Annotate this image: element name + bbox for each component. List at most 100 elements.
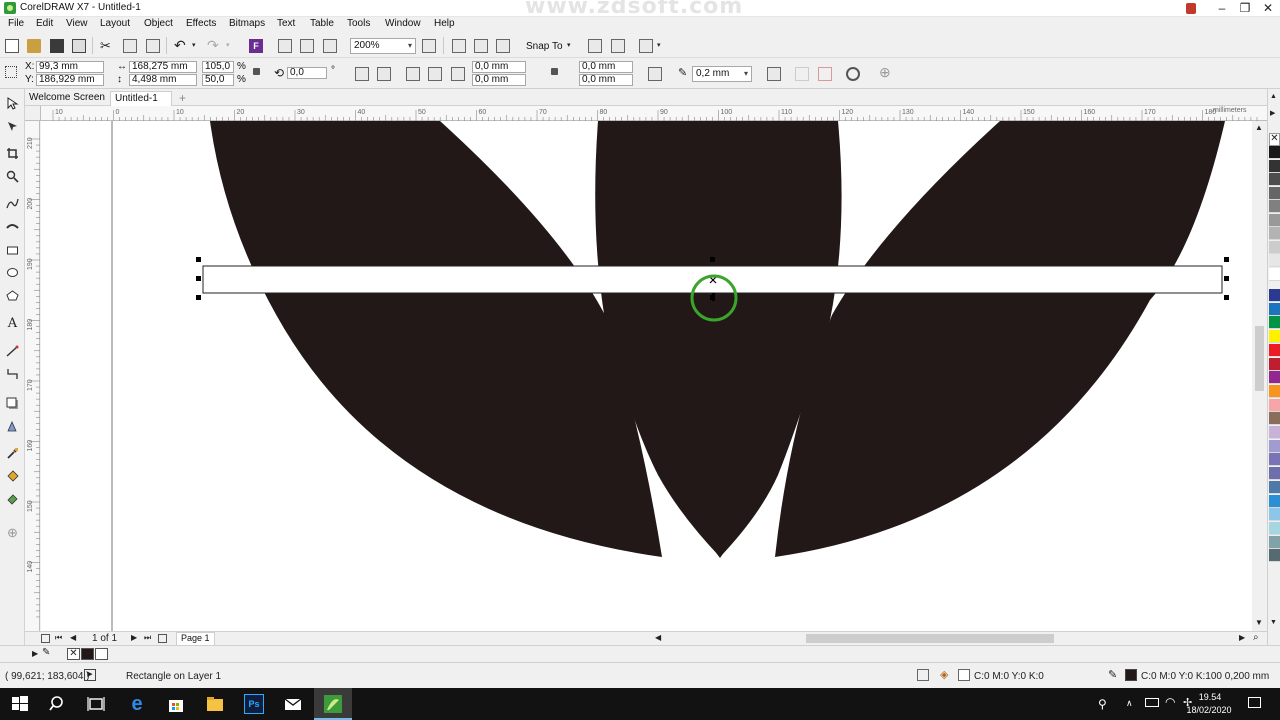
scale-x-field[interactable]: 105,0 xyxy=(202,61,234,73)
rotation-angle-field[interactable]: 0,0 xyxy=(287,67,327,79)
eyedropper-tool-icon[interactable] xyxy=(6,447,19,460)
connector-tool-icon[interactable] xyxy=(6,367,19,380)
wifi-icon[interactable]: ◠ xyxy=(1165,695,1175,709)
fill-settings-icon[interactable] xyxy=(917,669,929,681)
document-palette-flyout-icon[interactable]: ▶ xyxy=(32,649,38,658)
wrap-text-icon[interactable] xyxy=(846,67,860,81)
action-center-icon[interactable] xyxy=(1248,697,1261,708)
zoom-navigator-icon[interactable]: ⌕ xyxy=(1253,632,1259,643)
tab-welcome-screen[interactable]: Welcome Screen xyxy=(25,91,109,106)
right-petal-shape[interactable] xyxy=(775,121,1225,557)
corner-lock-icon[interactable] xyxy=(551,68,558,75)
redo-icon[interactable]: ↷ xyxy=(207,38,221,53)
palette-scroll-down-icon[interactable]: ▼ xyxy=(1270,619,1277,626)
paste-icon[interactable] xyxy=(146,39,160,53)
outline-width-select[interactable]: 0,2 mm ▾ xyxy=(692,66,752,82)
snap-to-menu[interactable]: Snap To xyxy=(526,41,563,52)
publish-pdf-icon[interactable] xyxy=(323,39,337,53)
polygon-tool-icon[interactable] xyxy=(6,289,19,302)
interactive-fill-tool-icon[interactable] xyxy=(6,470,19,483)
next-page-icon[interactable]: ▶ xyxy=(131,633,137,642)
corner-radius-top-right-field[interactable]: 0,0 mm xyxy=(579,61,633,73)
new-document-icon[interactable] xyxy=(5,39,19,53)
application-launcher-icon[interactable] xyxy=(611,39,625,53)
scroll-right-arrow-icon[interactable]: ▶ xyxy=(1239,633,1245,642)
palette-swatch[interactable] xyxy=(1269,535,1280,549)
freehand-tool-icon[interactable] xyxy=(6,197,19,210)
palette-swatch[interactable] xyxy=(1269,343,1280,357)
palette-swatch[interactable] xyxy=(1269,480,1280,494)
zoom-tool-icon[interactable] xyxy=(6,170,19,183)
copy-icon[interactable] xyxy=(123,39,137,53)
palette-swatch[interactable] xyxy=(1269,227,1280,240)
menu-help[interactable]: Help xyxy=(434,18,455,29)
menu-effects[interactable]: Effects xyxy=(186,18,216,29)
horizontal-scroll-thumb[interactable] xyxy=(806,634,1054,643)
palette-swatch[interactable] xyxy=(1269,200,1280,213)
relative-corner-scaling-icon[interactable] xyxy=(648,67,662,81)
scroll-up-arrow-icon[interactable]: ▲ xyxy=(1255,123,1263,132)
artistic-media-tool-icon[interactable] xyxy=(6,220,19,233)
document-palette-eyedropper-icon[interactable]: ✎ xyxy=(42,647,50,658)
menu-text[interactable]: Text xyxy=(277,18,295,29)
palette-swatch[interactable] xyxy=(1269,549,1280,563)
palette-swatch[interactable] xyxy=(1269,508,1280,522)
vertical-ruler[interactable]: 210 200 190 180 170 160 150 140 xyxy=(25,121,40,631)
to-front-icon[interactable] xyxy=(795,67,809,81)
round-corner-icon[interactable] xyxy=(406,67,420,81)
text-tool-icon[interactable]: A xyxy=(6,317,19,330)
zoom-level-select[interactable]: 200% ▾ xyxy=(350,38,416,54)
palette-swatch[interactable] xyxy=(1269,146,1280,159)
palette-swatch[interactable] xyxy=(1269,357,1280,371)
palette-swatch[interactable] xyxy=(1269,159,1280,173)
height-field[interactable]: 4,498 mm xyxy=(129,74,197,86)
shape-tool-icon[interactable] xyxy=(6,120,19,133)
show-rulers-icon[interactable] xyxy=(452,39,466,53)
rectangle-tool-icon[interactable] xyxy=(6,244,19,257)
x-position-field[interactable]: 99,3 mm xyxy=(36,61,104,73)
menu-bitmaps[interactable]: Bitmaps xyxy=(229,18,265,29)
fill-color-swatch[interactable] xyxy=(958,669,970,681)
ruler-origin[interactable] xyxy=(25,106,41,121)
file-explorer-icon[interactable] xyxy=(205,694,225,714)
transparency-tool-icon[interactable] xyxy=(6,420,19,433)
open-folder-icon[interactable] xyxy=(27,39,41,53)
outline-color-swatch[interactable] xyxy=(1125,669,1137,681)
mail-icon[interactable] xyxy=(283,694,303,714)
chamfered-corner-icon[interactable] xyxy=(451,67,465,81)
redo-dropdown-icon[interactable]: ▾ xyxy=(226,41,230,49)
store-icon[interactable] xyxy=(166,694,186,714)
windows-start-icon[interactable] xyxy=(10,694,30,714)
add-tool-icon[interactable]: ⊕ xyxy=(6,526,19,539)
palette-swatch[interactable] xyxy=(1269,240,1280,254)
first-page-icon[interactable]: ⏮ xyxy=(55,633,62,643)
search-content-icon[interactable]: F xyxy=(249,39,263,53)
options-icon[interactable] xyxy=(588,39,602,53)
launcher-dropdown-icon[interactable]: ▾ xyxy=(657,41,661,49)
convert-to-curves-icon[interactable] xyxy=(767,67,781,81)
ellipse-tool-icon[interactable] xyxy=(6,266,19,279)
menu-view[interactable]: View xyxy=(66,18,88,29)
palette-swatch[interactable] xyxy=(1269,412,1280,426)
y-position-field[interactable]: 186,929 mm xyxy=(36,74,104,86)
clock-date[interactable]: 18/02/2020 xyxy=(1182,705,1236,715)
vertical-scrollbar[interactable]: ▲ ▼ xyxy=(1252,121,1267,631)
add-page-icon[interactable] xyxy=(158,634,167,643)
no-color-swatch[interactable]: ✕ xyxy=(1269,133,1280,146)
new-tab-button[interactable]: + xyxy=(175,91,190,106)
page-tab-page-1[interactable]: Page 1 xyxy=(176,632,215,645)
drop-shadow-tool-icon[interactable] xyxy=(6,397,19,410)
import-icon[interactable] xyxy=(278,39,292,53)
menu-table[interactable]: Table xyxy=(310,18,334,29)
coreldraw-app-icon[interactable] xyxy=(4,2,16,14)
quick-customize-icon[interactable]: ⊕ xyxy=(879,64,891,81)
task-view-icon[interactable] xyxy=(86,694,106,714)
doc-white-swatch[interactable] xyxy=(95,648,108,660)
last-page-icon[interactable]: ⏭ xyxy=(144,633,151,643)
palette-swatch[interactable] xyxy=(1269,467,1280,481)
maximize-button[interactable]: ❐ xyxy=(1233,0,1257,17)
to-back-icon[interactable] xyxy=(818,67,832,81)
doc-no-color-swatch[interactable]: ✕ xyxy=(67,648,80,660)
palette-swatch[interactable] xyxy=(1269,494,1280,508)
palette-swatch[interactable] xyxy=(1269,289,1280,302)
